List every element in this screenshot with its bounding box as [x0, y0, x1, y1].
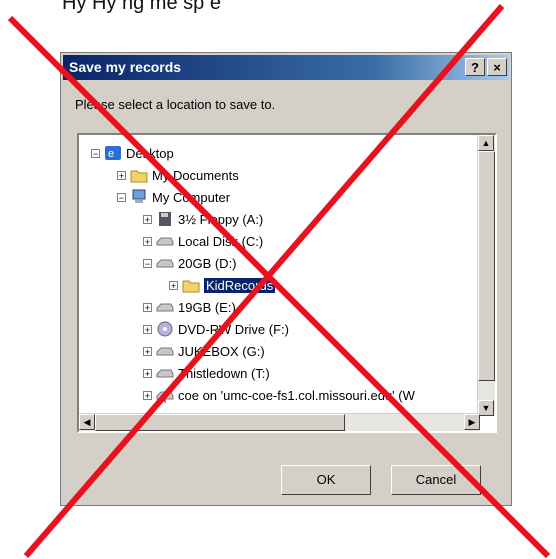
- scroll-right-button[interactable]: ▶: [464, 414, 480, 430]
- folder-icon: [182, 280, 200, 293]
- horizontal-scrollbar[interactable]: ◀ ▶: [79, 413, 480, 431]
- scroll-thumb[interactable]: [95, 414, 345, 431]
- tree-item-thistledown[interactable]: + Thistledown (T:): [143, 362, 270, 384]
- folder-tree[interactable]: − e Desktop + My Documents − My Computer…: [77, 133, 497, 433]
- scroll-up-button[interactable]: ▲: [478, 135, 494, 151]
- expand-icon[interactable]: +: [169, 280, 178, 290]
- tree-item-my-computer[interactable]: − My Computer: [117, 186, 230, 208]
- tree-item-label: Desktop: [126, 145, 174, 161]
- tree-item-network-drive[interactable]: + coe on 'umc-coe-fs1.col.missouri.edu' …: [143, 384, 415, 406]
- tree-item-label: Local Disk (C:): [178, 233, 264, 249]
- tree-item-label: 20GB (D:): [178, 255, 237, 271]
- tree-item-label: JUKEBOX (G:): [178, 343, 265, 359]
- floppy-icon: [159, 212, 171, 226]
- title-bar[interactable]: Save my records ? ×: [63, 55, 509, 80]
- expand-icon[interactable]: +: [143, 346, 152, 356]
- tree-item-label: KidRecords: [204, 277, 276, 293]
- drive-icon: [156, 347, 174, 356]
- tree-item-desktop[interactable]: − e Desktop: [91, 142, 174, 164]
- drive-icon: [156, 237, 174, 246]
- cancel-button[interactable]: Cancel: [391, 465, 481, 495]
- scroll-thumb[interactable]: [478, 151, 495, 381]
- expand-icon[interactable]: +: [143, 324, 152, 334]
- tree-item-label: Thistledown (T:): [178, 365, 270, 381]
- tree-item-20gb[interactable]: − 20GB (D:): [143, 252, 237, 274]
- close-button[interactable]: ×: [487, 58, 507, 76]
- tree-item-local-disk[interactable]: + Local Disk (C:): [143, 230, 263, 252]
- tree-item-floppy[interactable]: + 3½ Floppy (A:): [143, 208, 263, 230]
- tree-item-label: 19GB (E:): [178, 299, 236, 315]
- expand-icon[interactable]: +: [143, 214, 152, 224]
- tree-item-19gb[interactable]: + 19GB (E:): [143, 296, 236, 318]
- background-caption: Hy Hy ng me sp e: [62, 0, 221, 14]
- dvd-icon: [157, 321, 173, 337]
- drive-icon: [156, 259, 174, 268]
- computer-icon: [132, 189, 146, 203]
- expand-icon[interactable]: +: [143, 390, 152, 400]
- drive-icon: [156, 303, 174, 312]
- tree-item-jukebox[interactable]: + JUKEBOX (G:): [143, 340, 265, 362]
- scroll-down-button[interactable]: ▼: [478, 400, 494, 416]
- tree-item-label: My Computer: [152, 189, 231, 205]
- scroll-left-button[interactable]: ◀: [79, 414, 95, 430]
- collapse-icon[interactable]: −: [143, 258, 152, 268]
- expand-icon[interactable]: +: [143, 368, 152, 378]
- tree-item-label: DVD-RW Drive (F:): [178, 321, 289, 337]
- expand-icon[interactable]: +: [143, 302, 152, 312]
- expand-icon[interactable]: +: [143, 236, 152, 246]
- ok-button[interactable]: OK: [281, 465, 371, 495]
- dialog-title: Save my records: [69, 59, 182, 75]
- tree-item-dvd[interactable]: + DVD-RW Drive (F:): [143, 318, 289, 340]
- tree-item-label: 3½ Floppy (A:): [178, 211, 264, 227]
- help-button[interactable]: ?: [465, 58, 485, 76]
- tree-item-label: coe on 'umc-coe-fs1.col.missouri.edu' (W: [178, 387, 415, 403]
- folder-icon: [130, 170, 148, 183]
- prompt-text: Please select a location to save to.: [75, 97, 276, 112]
- tree-item-kidrecords[interactable]: + KidRecords: [169, 274, 276, 296]
- drive-icon: [156, 369, 174, 378]
- desktop-icon: e: [105, 146, 121, 160]
- save-dialog: Save my records ? × Please select a loca…: [60, 52, 512, 506]
- network-drive-icon: [156, 391, 174, 403]
- tree-item-label: My Documents: [152, 167, 239, 183]
- expand-icon[interactable]: +: [117, 170, 126, 180]
- collapse-icon[interactable]: −: [117, 192, 126, 202]
- vertical-scrollbar[interactable]: ▲ ▼: [477, 135, 495, 416]
- tree-item-my-documents[interactable]: + My Documents: [117, 164, 239, 186]
- svg-text:e: e: [108, 148, 114, 160]
- collapse-icon[interactable]: −: [91, 148, 100, 158]
